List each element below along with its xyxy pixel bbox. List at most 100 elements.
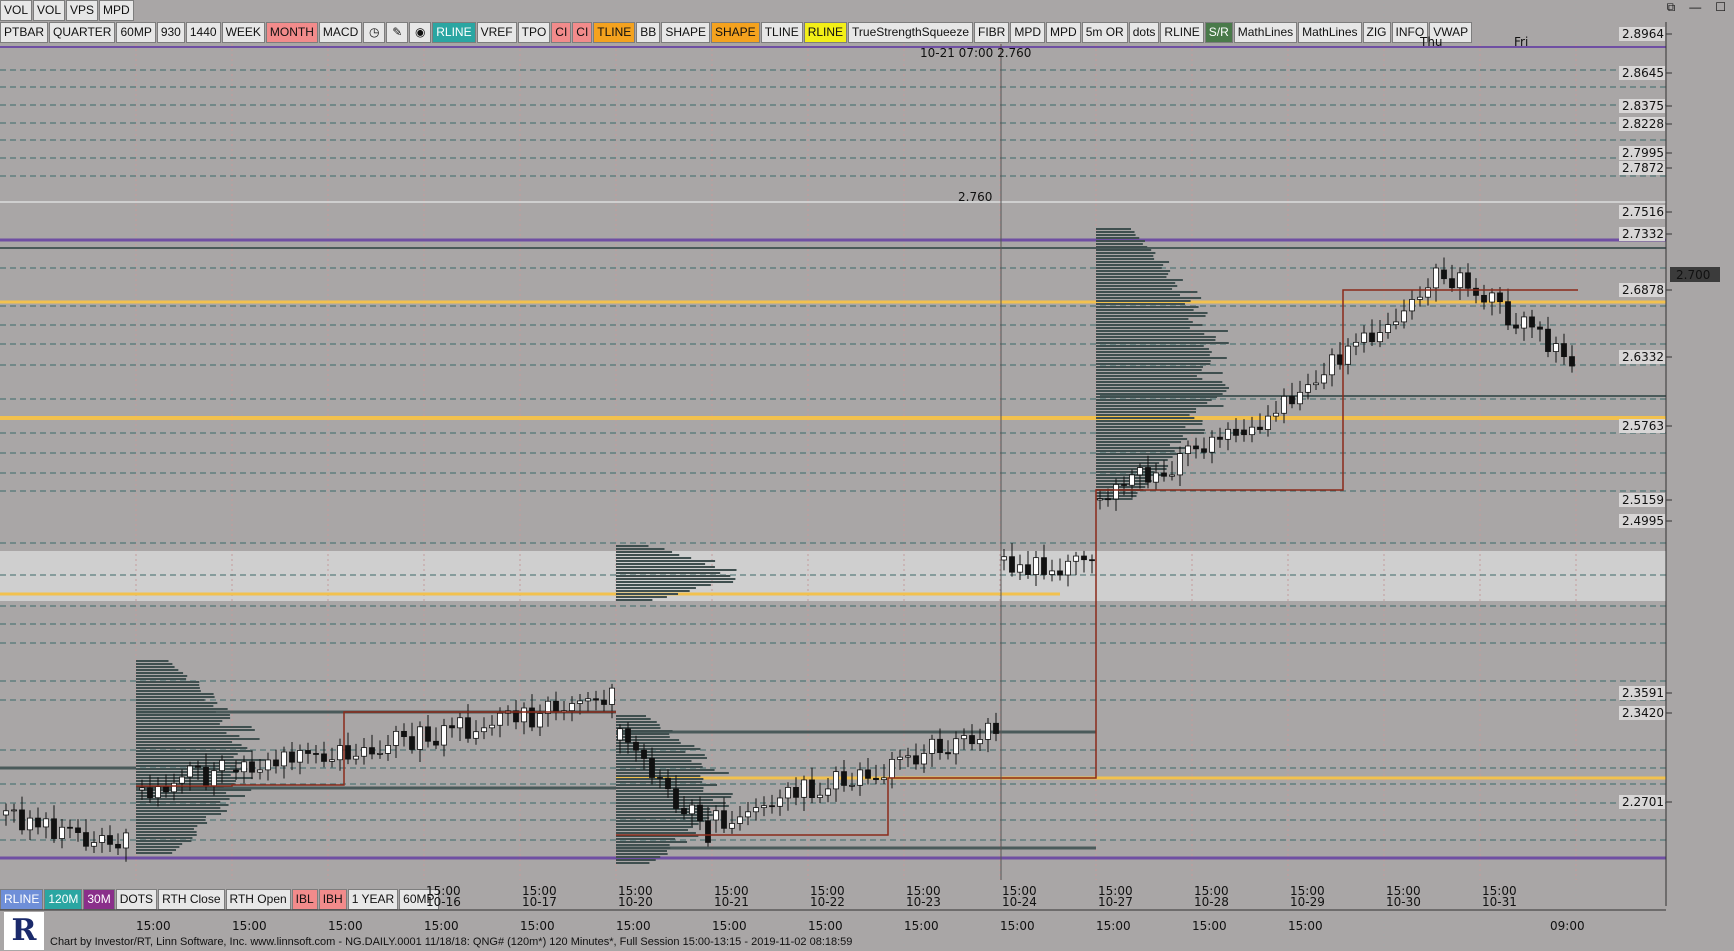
volume-profile-bar xyxy=(1096,363,1211,365)
volume-profile-bar xyxy=(136,660,169,662)
volume-profile-bar xyxy=(1096,342,1229,344)
volume-profile-bar xyxy=(136,729,255,731)
volume-profile-bar xyxy=(1096,300,1191,302)
candlestick xyxy=(1273,412,1279,417)
volume-profile-bar xyxy=(1096,309,1194,311)
volume-profile-bar xyxy=(1096,270,1171,272)
volume-profile-bar xyxy=(1096,243,1143,245)
volume-profile-bar xyxy=(1096,237,1140,239)
candlestick xyxy=(929,738,935,754)
candlestick xyxy=(1001,556,1007,561)
volume-profile-bar xyxy=(1096,339,1216,341)
candlestick xyxy=(681,808,687,815)
candlestick xyxy=(873,777,879,781)
candlestick xyxy=(83,832,89,847)
volume-profile-bar xyxy=(616,572,721,574)
candlestick xyxy=(1281,395,1287,414)
price-label: 2.8645 xyxy=(1622,66,1664,80)
volume-profile-bar xyxy=(1096,417,1195,419)
candlestick xyxy=(729,823,735,829)
candlestick xyxy=(441,725,447,746)
volume-profile-bar xyxy=(616,850,667,852)
volume-profile-bar xyxy=(136,834,197,836)
x-session-date: 10-16 xyxy=(426,895,461,909)
candlestick xyxy=(1289,395,1295,405)
volume-profile-bar xyxy=(1096,420,1203,422)
candlestick xyxy=(1145,467,1151,483)
volume-profile-bar xyxy=(1096,291,1198,293)
price-chart[interactable]: 2.8964 2.8645 2.8375 2.8228 2.79952.7872 2.75… xyxy=(0,0,1734,951)
price-label: 2.3591 xyxy=(1622,686,1664,700)
volume-profile-bar xyxy=(1096,315,1206,317)
candlestick xyxy=(857,769,863,786)
candlestick xyxy=(777,797,783,807)
volume-profile-bar xyxy=(1096,282,1176,284)
volume-profile-bar xyxy=(1096,240,1145,242)
candlestick xyxy=(1257,426,1263,430)
volume-profile-bar xyxy=(136,852,173,854)
volume-profile-bar xyxy=(136,828,194,830)
candlestick xyxy=(1313,382,1319,386)
volume-profile-bar xyxy=(1096,303,1185,305)
x-session-date: 10-22 xyxy=(810,895,845,909)
x-session-date: 10-21 xyxy=(714,895,749,909)
volume-profile-bar xyxy=(616,838,676,840)
candlestick xyxy=(425,726,431,742)
volume-profile-bar xyxy=(1096,396,1218,398)
chart-footer: Chart by Investor/RT, Linn Software, Inc… xyxy=(50,936,853,948)
candlestick xyxy=(1033,557,1039,575)
volume-profile-bar xyxy=(616,757,707,759)
price-label: 2.6878 xyxy=(1622,283,1664,297)
volume-profile-bar xyxy=(616,754,705,756)
candlestick xyxy=(1449,278,1455,289)
candlestick xyxy=(969,735,975,745)
candlestick xyxy=(753,807,759,813)
volume-profile-bar xyxy=(616,832,696,834)
price-label: 2.5159 xyxy=(1622,493,1664,507)
volume-profile-bar xyxy=(616,805,729,807)
candlestick xyxy=(35,817,41,828)
candlestick xyxy=(1529,316,1535,328)
candlestick xyxy=(569,703,575,712)
volume-profile-bar xyxy=(136,699,205,701)
volume-profile-bar xyxy=(136,693,214,695)
volume-profile-bar xyxy=(616,829,689,831)
candlestick xyxy=(1201,448,1207,453)
volume-profile-bar xyxy=(136,708,228,710)
volume-profile-bar xyxy=(1096,429,1205,431)
candlestick xyxy=(115,843,121,849)
volume-profile-bar xyxy=(616,721,657,723)
volume-profile-bar xyxy=(136,726,252,728)
volume-profile-bar xyxy=(136,678,187,680)
candlestick xyxy=(1305,384,1311,393)
volume-profile-bar xyxy=(1096,306,1199,308)
candlestick xyxy=(473,731,479,739)
candlestick xyxy=(889,758,895,779)
volume-profile-bar xyxy=(1096,381,1223,383)
candlestick xyxy=(211,770,217,787)
candlestick xyxy=(1377,332,1383,343)
x-axis-label: 15:00 xyxy=(520,919,555,933)
price-label: 2.2701 xyxy=(1622,795,1664,809)
volume-profile-bar xyxy=(136,759,266,761)
candlestick xyxy=(1209,436,1215,453)
volume-profile-bar xyxy=(616,578,736,580)
volume-profile-bar xyxy=(1096,393,1223,395)
volume-profile-bar xyxy=(616,724,660,726)
candlestick xyxy=(1113,484,1119,500)
candlestick xyxy=(385,745,391,754)
volume-profile-bar xyxy=(1096,399,1212,401)
candlestick xyxy=(881,777,887,781)
candlestick xyxy=(353,755,359,760)
candlestick xyxy=(1097,498,1103,501)
candlestick xyxy=(1497,292,1503,303)
volume-profile-bar xyxy=(1096,369,1202,371)
volume-profile-bar xyxy=(1096,459,1168,461)
candlestick xyxy=(1425,287,1431,298)
price-label: 2.7872 xyxy=(1622,161,1664,175)
candlestick xyxy=(737,816,743,824)
volume-profile-bar xyxy=(136,705,214,707)
candlestick xyxy=(457,717,463,729)
candlestick xyxy=(297,750,303,763)
candlestick xyxy=(67,826,73,829)
